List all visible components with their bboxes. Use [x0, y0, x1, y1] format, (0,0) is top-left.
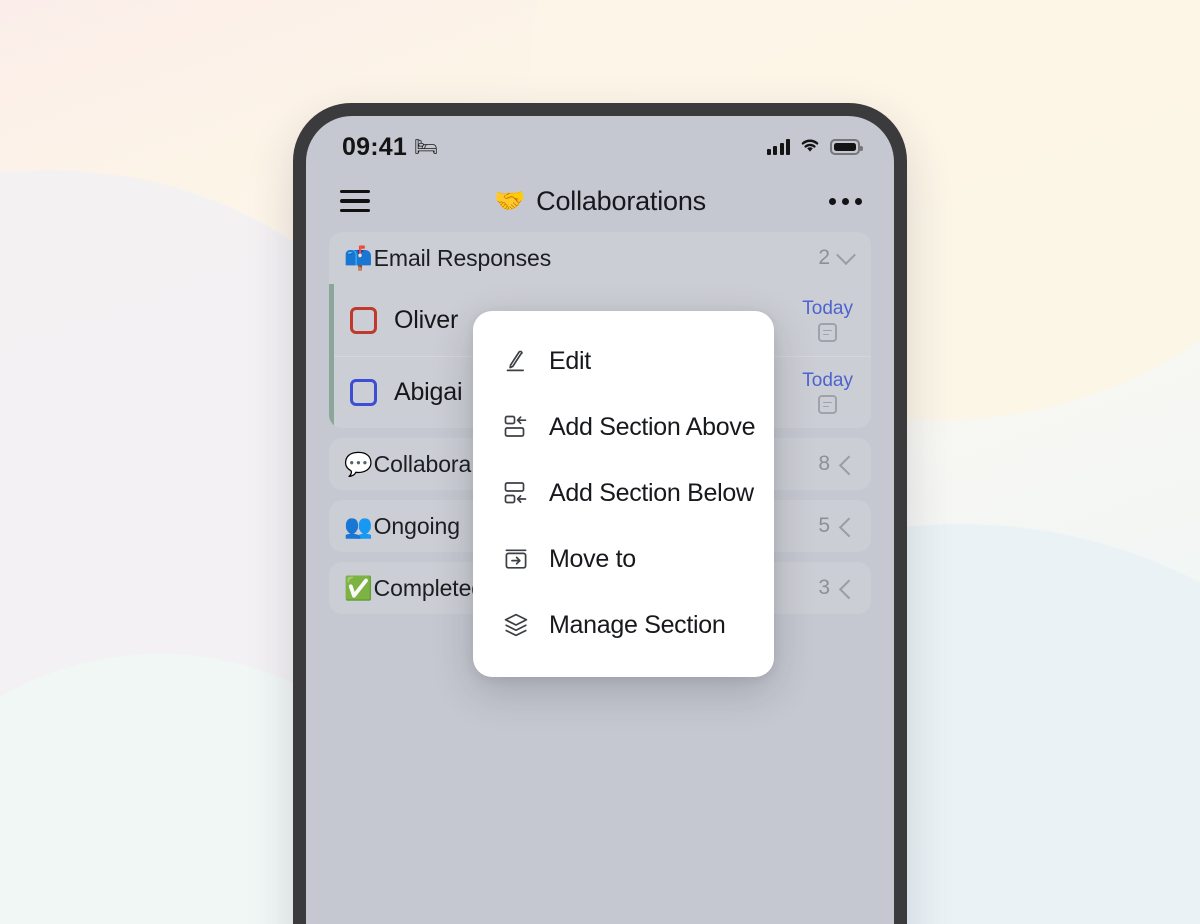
layers-icon	[501, 610, 531, 640]
section-title: Collabora	[373, 450, 472, 477]
chevron-left-icon[interactable]	[838, 579, 859, 600]
status-bar: 09:41 🛏	[306, 116, 894, 170]
menu-item-add-section-above[interactable]: Add Section Above	[473, 394, 774, 460]
chevron-left-icon[interactable]	[838, 517, 859, 538]
section-title: Email Responses	[373, 244, 552, 271]
section-count: 8	[818, 452, 830, 475]
menu-item-manage-section[interactable]: Manage Section	[473, 592, 774, 658]
menu-item-label: Edit	[549, 346, 591, 375]
add-section-above-icon	[501, 412, 531, 442]
check-mark-icon: ✅	[344, 574, 373, 601]
wifi-icon	[799, 137, 821, 158]
status-time: 09:41	[342, 132, 407, 161]
section-header-right: 8	[818, 452, 859, 476]
more-options-button[interactable]	[827, 190, 864, 213]
menu-item-edit[interactable]: Edit	[473, 328, 774, 394]
move-to-icon	[501, 544, 531, 574]
section-header-right: 5	[818, 514, 859, 538]
battery-icon	[830, 139, 863, 155]
section-title: Ongoing	[373, 512, 460, 539]
task-meta: Today	[802, 370, 853, 414]
mailbox-icon: 📫	[344, 244, 373, 271]
chevron-left-icon[interactable]	[838, 455, 859, 476]
section-count: 3	[818, 576, 830, 599]
status-bar-left: 09:41 🛏	[342, 133, 438, 162]
menu-item-label: Manage Section	[549, 610, 726, 639]
nav-bar: 🤝 Collaborations	[306, 170, 894, 232]
section-header-right: 2	[818, 245, 856, 270]
page-title: 🤝 Collaborations	[306, 186, 894, 217]
note-icon	[818, 395, 838, 414]
task-title: Oliver	[394, 305, 459, 334]
section-context-menu: Edit Add Section Above Add Section Below…	[473, 311, 774, 677]
section-header-email-responses[interactable]: 📫 Email Responses 2	[329, 232, 871, 284]
menu-item-move-to[interactable]: Move to	[473, 526, 774, 592]
section-count: 2	[818, 246, 830, 269]
menu-item-label: Add Section Above	[549, 412, 756, 441]
menu-item-label: Move to	[549, 544, 636, 573]
handshake-icon: 🤝	[494, 186, 526, 215]
status-bar-right	[766, 137, 863, 158]
phone-screen: 09:41 🛏 🤝 Collaborations 📫 Email Respons…	[306, 116, 894, 924]
chevron-down-icon[interactable]	[836, 245, 856, 266]
task-meta: Today	[802, 298, 853, 342]
task-checkbox[interactable]	[350, 306, 377, 334]
hamburger-menu-icon[interactable]	[340, 190, 370, 212]
page-title-text: Collaborations	[536, 185, 706, 216]
speech-balloon-icon: 💬	[344, 450, 373, 477]
section-count: 5	[818, 514, 830, 537]
note-icon	[818, 323, 838, 342]
people-icon: 👥	[344, 512, 373, 539]
add-section-below-icon	[501, 478, 531, 508]
task-due-date: Today	[802, 298, 853, 319]
signal-bars-icon	[766, 139, 790, 155]
phone-mockup: 09:41 🛏 🤝 Collaborations 📫 Email Respons…	[293, 103, 907, 924]
menu-item-add-section-below[interactable]: Add Section Below	[473, 460, 774, 526]
bed-icon: 🛏	[413, 136, 439, 158]
task-title: Abigai	[394, 377, 463, 406]
task-due-date: Today	[802, 370, 853, 391]
pencil-icon	[501, 346, 531, 376]
task-checkbox[interactable]	[350, 378, 377, 406]
menu-item-label: Add Section Below	[549, 478, 754, 507]
section-header-right: 3	[818, 576, 859, 600]
